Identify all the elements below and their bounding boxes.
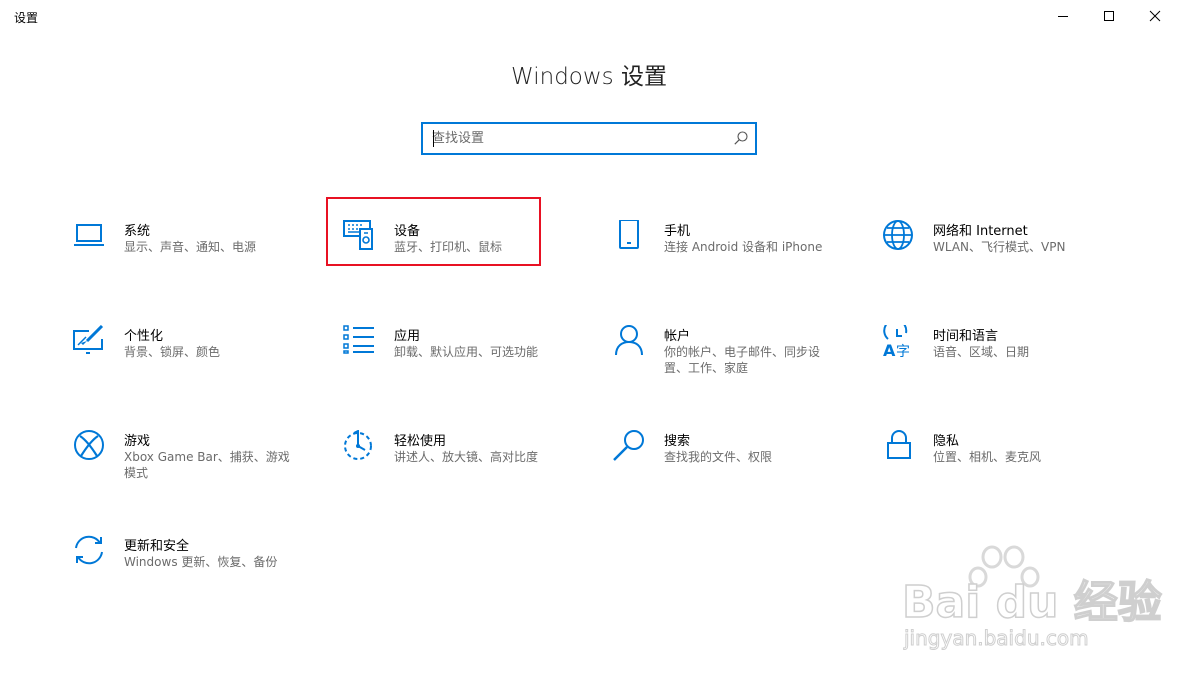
xbox-icon [73, 430, 107, 464]
tile-desc: 讲述人、放大镜、高对比度 [394, 450, 539, 464]
lock-icon [882, 430, 916, 464]
person-icon [613, 325, 647, 359]
tile-name: 手机 [664, 224, 691, 239]
tile-name: 搜索 [664, 434, 691, 449]
tile-desc: 显示、声音、通知、电源 [124, 240, 257, 254]
title-bar: 设置 [0, 0, 1178, 32]
laptop-icon [73, 220, 107, 254]
tile-phone[interactable]: 手机 连接 Android 设备和 iPhone [613, 220, 828, 290]
tile-update-security[interactable]: 更新和安全 Windows 更新、恢复、备份 [73, 535, 288, 605]
tile-name: 系统 [124, 224, 151, 239]
tile-network[interactable]: 网络和 Internet WLAN、飞行模式、VPN [882, 220, 1097, 290]
tile-ease-of-access[interactable]: 轻松使用 讲述人、放大镜、高对比度 [343, 430, 558, 500]
svg-text:A: A [883, 341, 896, 359]
apps-list-icon [343, 325, 377, 359]
close-button[interactable] [1132, 0, 1178, 32]
tile-desc: Xbox Game Bar、捕获、游戏模式 [124, 450, 290, 480]
watermark-brand: Bai du 经验 [902, 577, 1162, 628]
tile-privacy[interactable]: 隐私 位置、相机、麦克风 [882, 430, 1097, 500]
maximize-icon [1104, 11, 1114, 21]
tile-desc: Windows 更新、恢复、备份 [124, 555, 278, 569]
tile-name: 游戏 [124, 434, 151, 449]
tile-name: 时间和语言 [933, 329, 999, 344]
tile-desc: 位置、相机、麦克风 [933, 450, 1042, 464]
watermark-url: jingyan.baidu.com [903, 626, 1089, 650]
tile-desc: 背景、锁屏、颜色 [124, 345, 221, 359]
tile-desc: 连接 Android 设备和 iPhone [664, 240, 823, 254]
tile-desc: 卸载、默认应用、可选功能 [394, 345, 539, 359]
text-caret [433, 130, 434, 147]
tile-search[interactable]: 搜索 查找我的文件、权限 [613, 430, 828, 500]
window-title: 设置 [14, 11, 39, 25]
baidu-watermark: Bai du 经验 jingyan.baidu.com [901, 545, 1163, 651]
tile-desc: WLAN、飞行模式、VPN [933, 240, 1066, 254]
tile-name: 应用 [394, 329, 421, 344]
minimize-button[interactable] [1040, 0, 1086, 32]
tile-personalization[interactable]: 个性化 背景、锁屏、颜色 [73, 325, 288, 395]
sync-icon [73, 535, 107, 569]
globe-icon [882, 220, 916, 254]
tile-name: 隐私 [933, 434, 960, 449]
search-box[interactable] [421, 122, 757, 155]
ease-of-access-icon [343, 430, 377, 464]
search-icon[interactable] [733, 130, 749, 146]
tile-accounts[interactable]: 帐户 你的帐户、电子邮件、同步设置、工作、家庭 [613, 325, 828, 395]
page-title: Windows 设置 [511, 64, 667, 90]
close-icon [1149, 10, 1161, 22]
search-icon [613, 430, 647, 464]
phone-icon [613, 220, 647, 254]
tile-name: 轻松使用 [394, 434, 447, 449]
tile-name: 帐户 [664, 329, 691, 344]
minimize-icon [1058, 16, 1068, 17]
paintbrush-icon [73, 325, 107, 359]
tile-name: 个性化 [124, 329, 164, 344]
tile-desc: 语音、区域、日期 [933, 345, 1030, 359]
tile-name: 更新和安全 [124, 539, 190, 554]
tile-desc: 你的帐户、电子邮件、同步设置、工作、家庭 [664, 345, 821, 375]
maximize-button[interactable] [1086, 0, 1132, 32]
tile-name: 网络和 Internet [933, 224, 1028, 239]
highlight-box [326, 197, 541, 266]
svg-text:字: 字 [896, 344, 910, 359]
tile-desc: 查找我的文件、权限 [664, 450, 773, 464]
time-language-icon: A 字 [882, 325, 916, 359]
search-input[interactable] [423, 124, 732, 153]
tile-system[interactable]: 系统 显示、声音、通知、电源 [73, 220, 288, 290]
tile-apps[interactable]: 应用 卸载、默认应用、可选功能 [343, 325, 558, 395]
tile-gaming[interactable]: 游戏 Xbox Game Bar、捕获、游戏模式 [73, 430, 290, 500]
tile-time-language[interactable]: A 字 时间和语言 语音、区域、日期 [882, 325, 1097, 395]
